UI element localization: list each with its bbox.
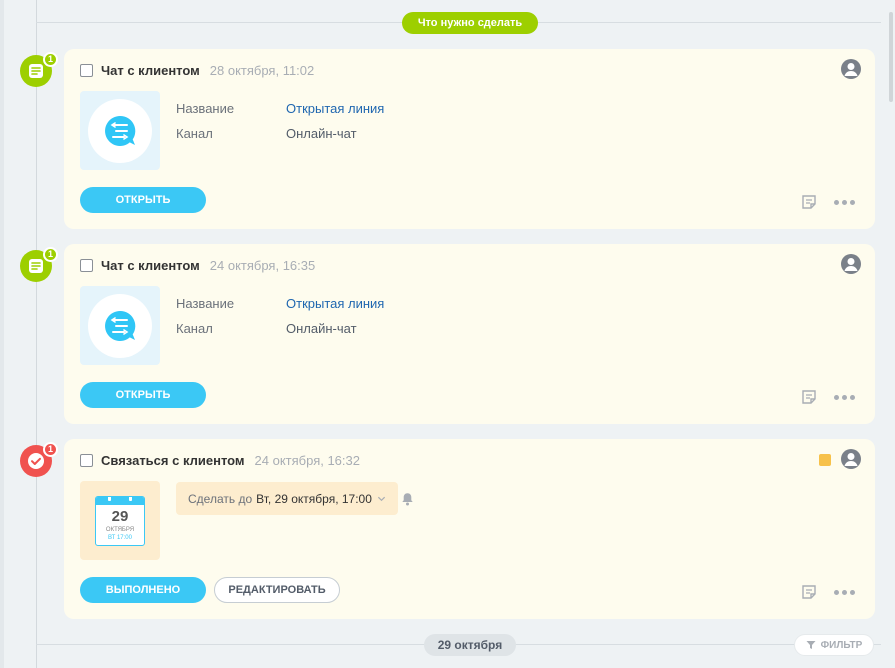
user-avatar-icon[interactable] [841, 254, 861, 274]
check-circle-icon [28, 453, 44, 469]
task-activity-marker: 1 [20, 442, 58, 477]
field-value: Онлайн-чат [286, 126, 357, 141]
open-line-link[interactable]: Открытая линия [286, 296, 384, 311]
note-icon[interactable] [801, 194, 817, 210]
field-row: Название Открытая линия [176, 291, 384, 316]
card-time: 24 октября, 16:35 [209, 258, 316, 273]
calendar-time: ВТ 17:00 [108, 534, 132, 541]
card-fields: Название Открытая линия Канал Онлайн-чат [176, 96, 384, 146]
card-title[interactable]: Чат с клиентом [101, 258, 200, 273]
card-title[interactable]: Чат с клиентом [101, 63, 200, 78]
field-row: Название Открытая линия [176, 96, 384, 121]
counter-badge: 1 [43, 247, 58, 262]
open-line-icon [29, 64, 43, 78]
chat-thumbnail [80, 91, 160, 170]
chevron-down-icon [377, 496, 385, 502]
field-label: Канал [176, 321, 213, 336]
more-options-icon[interactable] [834, 395, 855, 400]
open-button[interactable]: ОТКРЫТЬ [80, 187, 206, 213]
done-button[interactable]: ВЫПОЛНЕНО [80, 577, 206, 603]
more-options-icon[interactable] [834, 200, 855, 205]
filter-icon [806, 641, 816, 649]
complete-checkbox[interactable] [80, 454, 93, 467]
field-value: Онлайн-чат [286, 321, 357, 336]
filter-label: ФИЛЬТР [820, 639, 863, 651]
activity-card: Чат с клиентом 28 октября, 11:02 Названи… [64, 49, 875, 229]
field-label: Название [176, 296, 235, 311]
card-header: Чат с клиентом 28 октября, 11:02 [80, 63, 314, 78]
chat-thumbnail [80, 286, 160, 365]
left-panel-edge [0, 0, 4, 668]
card-time: 28 октября, 11:02 [209, 63, 315, 78]
chat-bubble-icon [105, 115, 136, 146]
activity-card: Связаться с клиентом 24 октября, 16:32 2… [64, 439, 875, 619]
open-button[interactable]: ОТКРЫТЬ [80, 382, 206, 408]
more-options-icon[interactable] [834, 590, 855, 595]
card-fields: Название Открытая линия Канал Онлайн-чат [176, 291, 384, 341]
scrollbar-thumb[interactable] [889, 12, 893, 102]
field-row: Канал Онлайн-чат [176, 121, 384, 146]
deadline-prefix: Сделать до [188, 491, 253, 506]
complete-checkbox[interactable] [80, 64, 93, 77]
date-separator-label: 29 октября [424, 634, 516, 656]
user-avatar-icon[interactable] [841, 449, 861, 469]
counter-badge: 1 [43, 52, 58, 67]
deadline-value: Вт, 29 октября, 17:00 [256, 491, 372, 506]
note-icon[interactable] [801, 584, 817, 600]
card-title[interactable]: Связаться с клиентом [101, 453, 245, 468]
calendar-icon: 29 ОКТЯБРЯ ВТ 17:00 [95, 495, 145, 546]
card-header: Связаться с клиентом 24 октября, 16:32 [80, 453, 360, 468]
edit-button[interactable]: РЕДАКТИРОВАТЬ [214, 577, 340, 603]
filter-button[interactable]: ФИЛЬТР [794, 634, 874, 656]
chat-bubble-icon [105, 310, 136, 341]
complete-checkbox[interactable] [80, 259, 93, 272]
field-row: Канал Онлайн-чат [176, 316, 384, 341]
field-label: Канал [176, 126, 213, 141]
user-avatar-icon[interactable] [841, 59, 861, 79]
deadline-selector[interactable]: Сделать до Вт, 29 октября, 17:00 [176, 482, 398, 515]
bell-icon[interactable] [401, 492, 414, 506]
scrollbar[interactable] [887, 0, 895, 668]
priority-flag-icon[interactable] [819, 454, 831, 466]
open-line-link[interactable]: Открытая линия [286, 101, 384, 116]
card-time: 24 октября, 16:32 [254, 453, 360, 468]
calendar-thumbnail: 29 ОКТЯБРЯ ВТ 17:00 [80, 481, 160, 560]
note-icon[interactable] [801, 389, 817, 405]
counter-badge: 1 [43, 442, 58, 457]
calendar-day: 29 [111, 507, 129, 525]
activity-card: Чат с клиентом 24 октября, 16:35 Названи… [64, 244, 875, 424]
timeline-line [36, 0, 37, 668]
todo-section-label: Что нужно сделать [402, 12, 538, 34]
open-line-icon [29, 259, 43, 273]
chat-activity-marker: 1 [20, 247, 58, 282]
chat-activity-marker: 1 [20, 52, 58, 87]
field-label: Название [176, 101, 235, 116]
calendar-month: ОКТЯБРЯ [105, 526, 135, 533]
card-header: Чат с клиентом 24 октября, 16:35 [80, 258, 315, 273]
